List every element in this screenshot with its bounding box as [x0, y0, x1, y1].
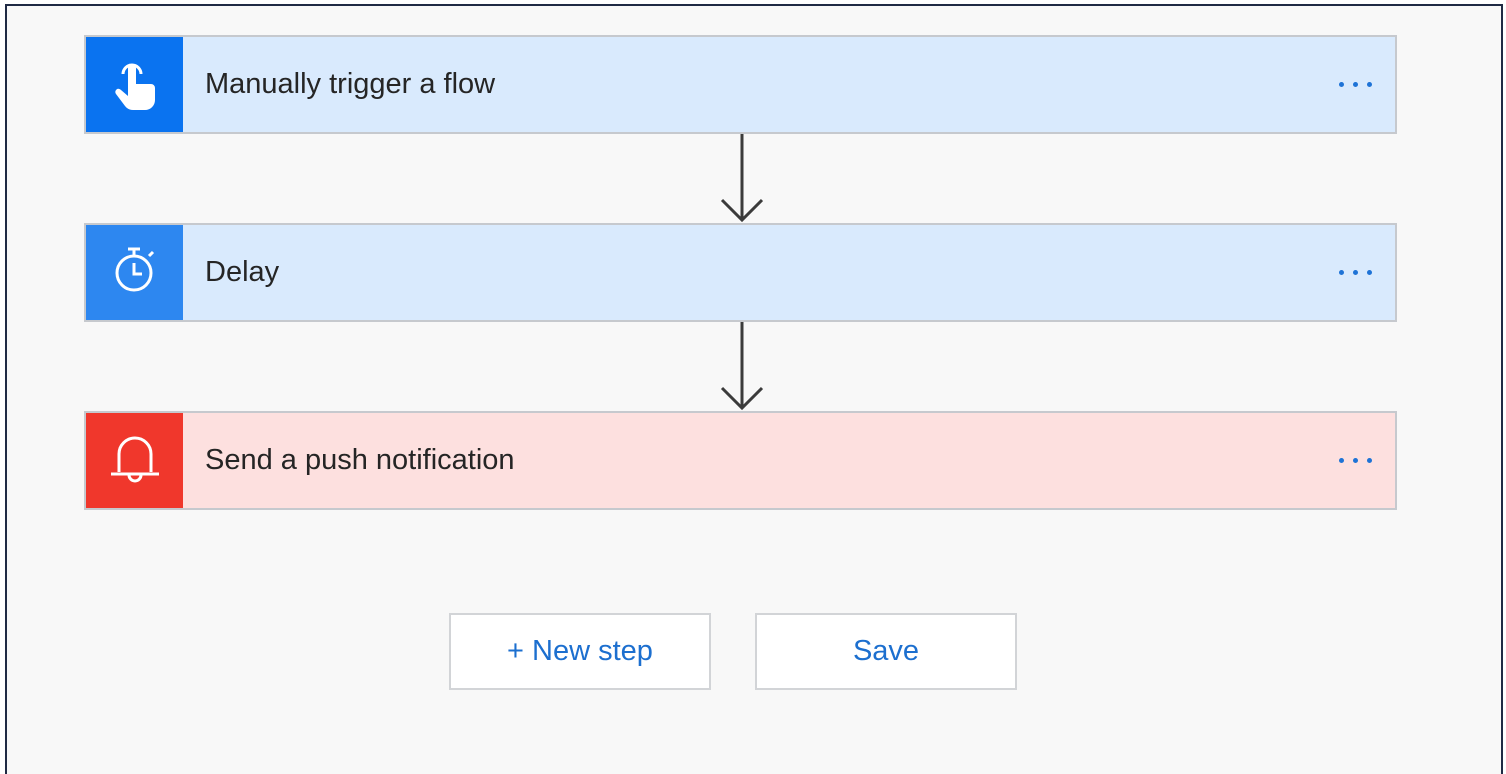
ellipsis-dot — [1352, 270, 1358, 275]
step-title: Delay — [205, 256, 280, 288]
ellipsis-dot — [1338, 270, 1344, 275]
step-card-manual-trigger[interactable]: Manually trigger a flow — [84, 35, 1397, 134]
ellipsis-dot — [1366, 270, 1372, 275]
step-icon-container — [86, 37, 183, 132]
stopwatch-icon — [111, 245, 159, 300]
ellipsis-dot — [1352, 82, 1358, 87]
step-connector-arrow — [720, 322, 764, 414]
ellipsis-dot — [1338, 82, 1344, 87]
ellipsis-dot — [1366, 82, 1372, 87]
more-options-button[interactable] — [1315, 413, 1395, 508]
touch-hand-icon — [113, 52, 157, 117]
ellipsis-dot — [1338, 458, 1344, 463]
more-options-button[interactable] — [1315, 37, 1395, 132]
more-options-button[interactable] — [1315, 225, 1395, 320]
step-icon-container — [86, 225, 183, 320]
step-title: Manually trigger a flow — [205, 68, 496, 100]
step-card-push-notification[interactable]: Send a push notification — [84, 411, 1397, 510]
step-title: Send a push notification — [205, 444, 515, 476]
step-connector-arrow — [720, 134, 764, 226]
ellipsis-dot — [1366, 458, 1372, 463]
flow-designer-canvas: Manually trigger a flow Delay Send a pus… — [5, 4, 1503, 774]
step-card-delay[interactable]: Delay — [84, 223, 1397, 322]
step-icon-container — [86, 413, 183, 508]
new-step-button[interactable]: + New step — [449, 613, 711, 690]
ellipsis-dot — [1352, 458, 1358, 463]
bell-icon — [109, 430, 161, 491]
save-button[interactable]: Save — [755, 613, 1017, 690]
